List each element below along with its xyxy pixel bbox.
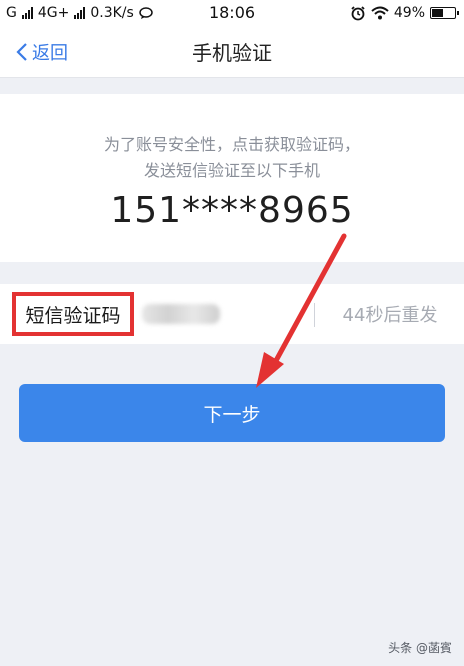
- watermark: 头条 @菡賓: [388, 641, 452, 655]
- masked-phone-number: 151****8965: [110, 190, 354, 231]
- page-title: 手机验证: [192, 41, 272, 65]
- sms-code-row: 短信验证码 44秒后重发: [0, 284, 464, 344]
- signal-icon-2: [74, 6, 86, 19]
- verification-info-card: 为了账号安全性，点击获取验证码， 发送短信验证至以下手机 151****8965: [0, 94, 464, 262]
- chevron-left-icon: [16, 42, 27, 61]
- wifi-icon: [371, 6, 389, 19]
- status-bar-right: 49%: [350, 4, 459, 21]
- info-text-line-1: 为了账号安全性，点击获取验证码，: [103, 135, 360, 154]
- nav-bar: 手机验证 返回: [0, 25, 464, 78]
- chat-bubble-icon: [139, 6, 153, 19]
- status-bar: G 4G+ 0.3K/s 18:06 49%: [0, 0, 464, 25]
- status-bar-left: G 4G+ 0.3K/s: [6, 5, 153, 21]
- sms-code-input[interactable]: [138, 296, 308, 332]
- signal-icon: [21, 6, 33, 19]
- resend-countdown-button[interactable]: 44秒后重发: [322, 284, 458, 344]
- divider: [314, 303, 315, 327]
- sms-code-label: 短信验证码: [12, 292, 134, 336]
- back-label: 返回: [32, 42, 68, 64]
- battery-icon: [430, 6, 459, 19]
- status-time: 18:06: [208, 3, 256, 22]
- next-step-button[interactable]: 下一步: [19, 384, 445, 442]
- network-type: 4G+: [37, 4, 70, 21]
- alarm-icon: [351, 5, 365, 20]
- back-button[interactable]: 返回: [16, 25, 68, 78]
- carrier-indicator: G: [6, 4, 17, 21]
- battery-percent: 49%: [393, 4, 425, 21]
- info-text-line-2: 发送短信验证至以下手机: [143, 161, 320, 180]
- network-speed: 0.3K/s: [90, 4, 134, 21]
